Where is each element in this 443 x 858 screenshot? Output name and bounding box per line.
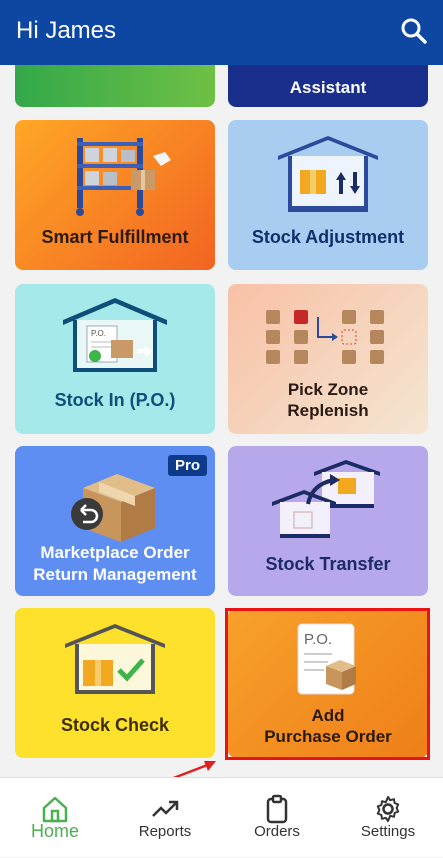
stock-in-icon: P.O. [63, 298, 167, 372]
tile-stock-in[interactable]: P.O. Stock In (P.O.) [15, 284, 215, 434]
tile-marketplace-return[interactable]: Pro Marketplace Order Return Management [15, 446, 215, 596]
tile-stock-check[interactable]: Stock Check [15, 608, 215, 758]
nav-home[interactable]: Home [0, 778, 110, 858]
highlight-box [225, 608, 430, 760]
nav-settings[interactable]: Settings [333, 778, 443, 858]
tile-stock-transfer[interactable]: Stock Transfer [228, 446, 428, 596]
tile-stock-adjustment-label: Stock Adjustment [251, 227, 405, 247]
tile-stock-check-label: Stock Check [60, 715, 170, 735]
tile-assistant-label: Assistant [289, 78, 367, 97]
app-bar: Hi James [0, 0, 443, 65]
greeting-title: Hi James [16, 17, 117, 44]
nav-settings-label: Settings [360, 823, 416, 840]
feature-grid: Assistant Smart Fulfillment Stock Adjust… [0, 65, 443, 777]
clipboard-icon [266, 794, 288, 824]
tile-marketplace-line2: Return Management [33, 565, 197, 584]
tile-stock-transfer-label: Stock Transfer [265, 554, 391, 574]
search-icon[interactable] [397, 14, 431, 48]
tile-pick-zone-line1: Pick Zone [287, 380, 369, 399]
nav-reports-label: Reports [138, 823, 192, 840]
tile-partial-left[interactable] [15, 65, 215, 107]
tile-stock-in-label: Stock In (P.O.) [54, 390, 176, 410]
tile-marketplace-line1: Marketplace Order [40, 543, 190, 562]
tile-pick-zone-line2: Replenish [287, 401, 369, 420]
svg-text:P.O.: P.O. [91, 329, 106, 338]
home-icon [42, 796, 68, 823]
nav-reports[interactable]: Reports [110, 778, 220, 858]
nav-orders[interactable]: Orders [222, 778, 332, 858]
gear-icon [376, 796, 400, 822]
tile-smart-fulfillment-label: Smart Fulfillment [41, 227, 189, 247]
bottom-nav: Home Reports Orders Settings [0, 777, 443, 857]
tile-assistant[interactable]: Assistant [228, 65, 428, 107]
tile-stock-adjustment[interactable]: Stock Adjustment [228, 120, 428, 270]
tile-smart-fulfillment[interactable]: Smart Fulfillment [15, 120, 215, 270]
trending-up-icon [152, 800, 179, 817]
nav-orders-label: Orders [254, 823, 300, 840]
nav-home-label: Home [30, 821, 79, 841]
tile-pick-zone-replenish[interactable]: Pick Zone Replenish [228, 284, 428, 434]
